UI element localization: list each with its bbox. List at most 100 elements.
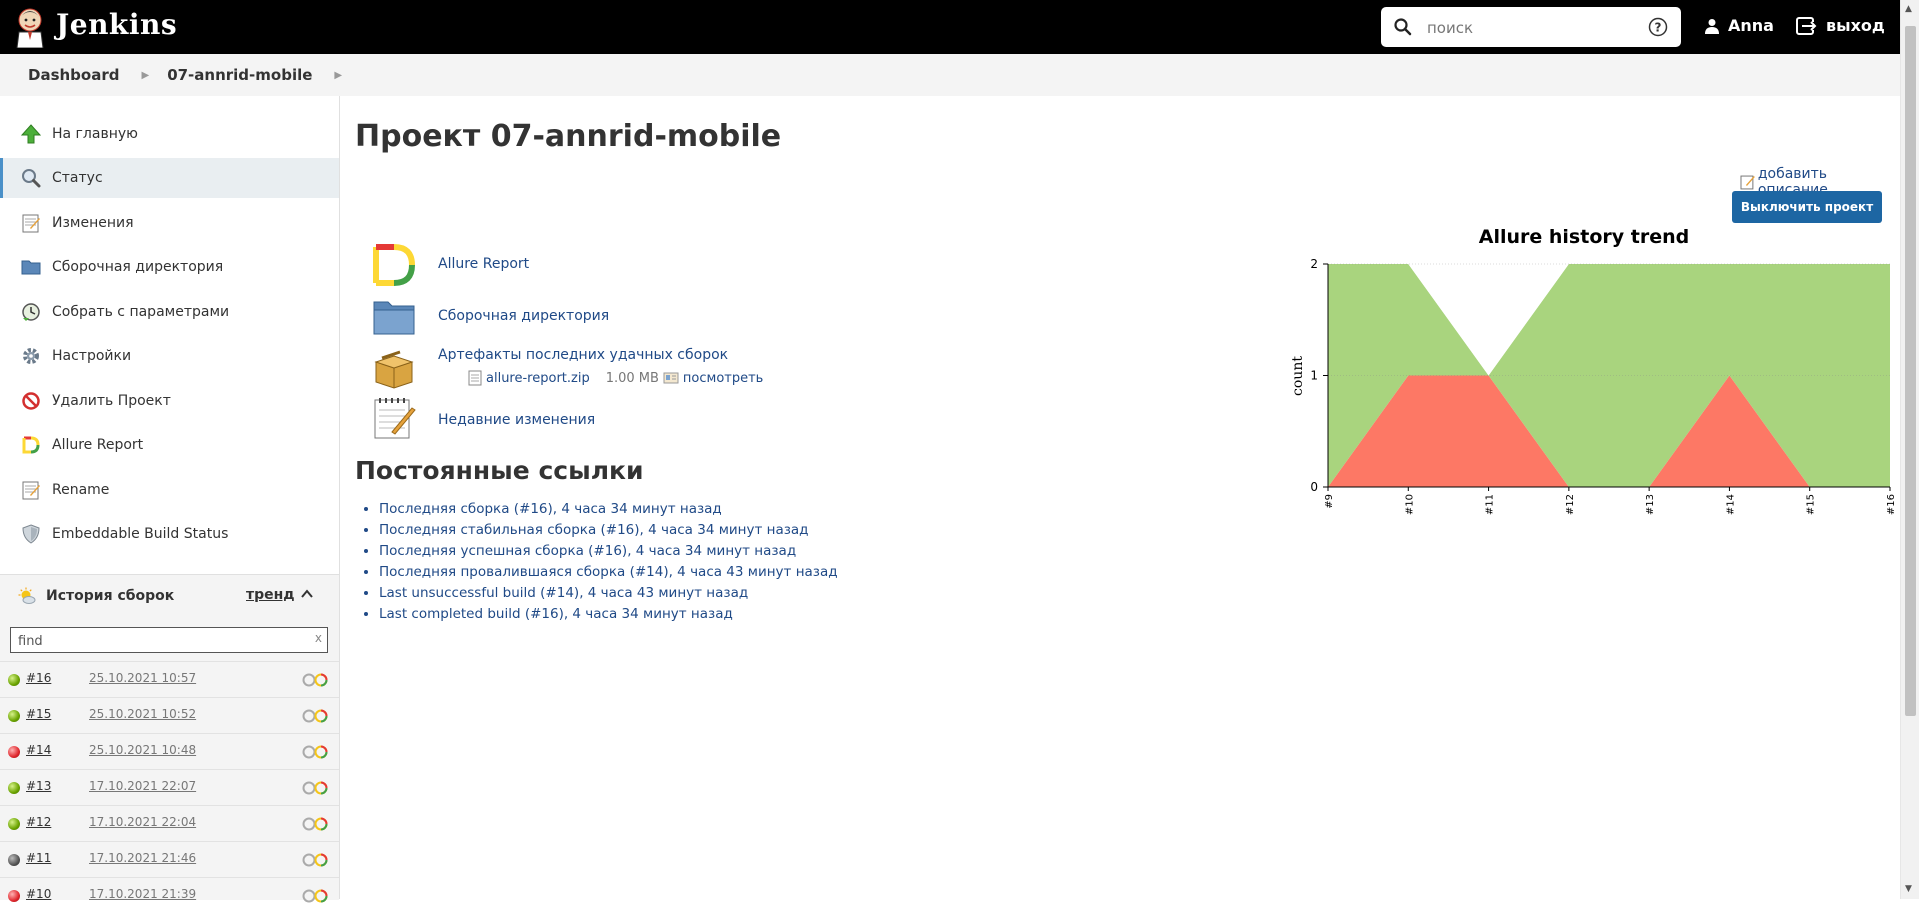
- scrollbar-thumb[interactable]: [1905, 26, 1916, 716]
- sidebar-item-settings[interactable]: Настройки: [0, 336, 339, 376]
- allure-report-icon[interactable]: [301, 709, 331, 723]
- sidebar: На главную Статус Изменения Сборочная ди…: [0, 96, 340, 903]
- build-number-link[interactable]: #12: [26, 815, 51, 829]
- package-icon[interactable]: [372, 346, 416, 390]
- build-row: #11 17.10.2021 21:46: [0, 841, 339, 878]
- find-input[interactable]: [16, 631, 300, 651]
- build-number-link[interactable]: #16: [26, 671, 51, 685]
- artifact-size: 1.00 MB: [605, 370, 659, 386]
- build-row: #14 25.10.2021 10:48: [0, 733, 339, 770]
- breadcrumb-project[interactable]: 07-annrid-mobile: [167, 66, 312, 84]
- allure-history-trend-chart[interactable]: Allure history trend count 0 1 2 #9 #10 #11 #1…: [1278, 218, 1898, 533]
- sidebar-item-rename[interactable]: Rename: [0, 470, 339, 510]
- list-item: Последняя провалившаяся сборка (#14), 4 …: [379, 562, 838, 583]
- permalink[interactable]: Last unsuccessful build (#14), 4 часа 43…: [379, 585, 748, 601]
- build-row: #10 17.10.2021 21:39: [0, 877, 339, 914]
- permalink[interactable]: Последняя стабильная сборка (#16), 4 час…: [379, 522, 809, 538]
- permalinks-title: Постоянные ссылки: [355, 456, 644, 485]
- allure-report-icon[interactable]: [301, 889, 331, 903]
- build-history-header: История сборок тренд: [0, 575, 339, 617]
- brand-name[interactable]: Jenkins: [56, 8, 177, 41]
- sidebar-item-home[interactable]: На главную: [0, 114, 339, 154]
- list-item: Последняя успешная сборка (#16), 4 часа …: [379, 541, 838, 562]
- allure-report-icon[interactable]: [301, 781, 331, 795]
- sidebar-item-label: На главную: [52, 126, 138, 142]
- magnifier-icon: [20, 167, 42, 189]
- build-history: История сборок тренд x #16 25.10.2021 10…: [0, 574, 339, 903]
- allure-report-icon[interactable]: [301, 853, 331, 867]
- build-number-link[interactable]: #11: [26, 851, 51, 865]
- chart-x-tick-label: #13: [1645, 494, 1656, 515]
- allure-report-icon[interactable]: [301, 673, 331, 687]
- sidebar-item-label: Собрать с параметрами: [52, 304, 230, 320]
- allure-report-icon[interactable]: [301, 817, 331, 831]
- svg-text:?: ?: [1655, 21, 1662, 35]
- sidebar-item-delete-project[interactable]: Удалить Проект: [0, 381, 339, 421]
- list-item: Последняя стабильная сборка (#16), 4 час…: [379, 520, 838, 541]
- sidebar-item-changes[interactable]: Изменения: [0, 203, 339, 243]
- chart-x-tick-label: #11: [1485, 494, 1496, 515]
- allure-icon[interactable]: [372, 243, 416, 287]
- breadcrumb-separator-icon[interactable]: ▶: [334, 70, 342, 81]
- scroll-up-icon[interactable]: ▲: [1905, 4, 1912, 14]
- build-row: #12 17.10.2021 22:04: [0, 805, 339, 842]
- build-date-link[interactable]: 17.10.2021 22:07: [89, 779, 196, 793]
- sidebar-item-status[interactable]: Статус: [0, 158, 339, 198]
- build-date-link[interactable]: 25.10.2021 10:52: [89, 707, 196, 721]
- chart-x-tick-label: #9: [1324, 494, 1335, 509]
- build-row: #13 17.10.2021 22:07: [0, 769, 339, 806]
- build-number-link[interactable]: #15: [26, 707, 51, 721]
- sidebar-item-build-with-params[interactable]: Собрать с параметрами: [0, 292, 339, 332]
- breadcrumb-separator-icon[interactable]: ▶: [141, 70, 149, 81]
- breadcrumb-dashboard[interactable]: Dashboard: [28, 66, 119, 84]
- logout-link[interactable]: выход: [1796, 16, 1885, 35]
- build-date-link[interactable]: 25.10.2021 10:57: [89, 671, 196, 685]
- page-scrollbar[interactable]: ▲ ▼: [1900, 0, 1919, 899]
- file-icon: [468, 370, 482, 386]
- sidebar-item-workspace[interactable]: Сборочная директория: [0, 247, 339, 287]
- sidebar-item-embeddable-build-status[interactable]: Embeddable Build Status: [0, 514, 339, 554]
- permalink[interactable]: Последняя сборка (#16), 4 часа 34 минут …: [379, 501, 722, 517]
- artifact-file-link[interactable]: allure-report.zip: [486, 371, 590, 386]
- allure-icon: [20, 434, 42, 456]
- clear-find-button[interactable]: x: [315, 631, 322, 645]
- fingerprint-icon: [663, 372, 679, 384]
- artifact-view-link[interactable]: посмотреть: [683, 371, 763, 386]
- chevron-up-icon[interactable]: [300, 587, 314, 601]
- recent-changes-link[interactable]: Недавние изменения: [438, 412, 595, 428]
- sidebar-item-label: Allure Report: [52, 437, 144, 453]
- chart-y-tick-label: 0: [1310, 480, 1318, 494]
- list-item: Последняя сборка (#16), 4 часа 34 минут …: [379, 499, 838, 520]
- permalink[interactable]: Последняя провалившаяся сборка (#14), 4 …: [379, 564, 838, 580]
- build-number-link[interactable]: #14: [26, 743, 51, 757]
- build-date-link[interactable]: 17.10.2021 22:04: [89, 815, 196, 829]
- build-date-link[interactable]: 25.10.2021 10:48: [89, 743, 196, 757]
- sidebar-item-label: Статус: [52, 170, 103, 186]
- permalink[interactable]: Last completed build (#16), 4 часа 34 ми…: [379, 606, 733, 622]
- find-box: x: [10, 627, 328, 653]
- trend-link[interactable]: тренд: [246, 587, 295, 603]
- search-input[interactable]: [1425, 15, 1629, 41]
- build-number-link[interactable]: #13: [26, 779, 51, 793]
- scroll-down-icon[interactable]: ▼: [1905, 884, 1912, 894]
- build-history-title: История сборок: [46, 588, 175, 604]
- no-entry-icon: [20, 390, 42, 412]
- sidebar-item-label: Изменения: [52, 215, 134, 231]
- workspace-link[interactable]: Сборочная директория: [438, 308, 609, 324]
- status-ball-icon: [8, 674, 20, 686]
- user-link[interactable]: Anna: [1704, 16, 1774, 35]
- jenkins-logo-icon[interactable]: [14, 6, 46, 48]
- clock-build-icon: [20, 301, 42, 323]
- chart-y-tick-label: 2: [1310, 257, 1318, 271]
- sidebar-item-allure-report[interactable]: Allure Report: [0, 425, 339, 465]
- allure-report-icon[interactable]: [301, 745, 331, 759]
- folder-icon[interactable]: [372, 294, 416, 338]
- allure-report-link[interactable]: Allure Report: [438, 256, 529, 272]
- artifacts-link[interactable]: Артефакты последних удачных сборок: [438, 347, 728, 363]
- sidebar-item-label: Сборочная директория: [52, 259, 224, 275]
- shield-icon: [20, 523, 42, 545]
- help-icon[interactable]: ?: [1648, 17, 1668, 37]
- build-date-link[interactable]: 17.10.2021 21:46: [89, 851, 196, 865]
- notepad-icon[interactable]: [372, 396, 416, 440]
- permalink[interactable]: Последняя успешная сборка (#16), 4 часа …: [379, 543, 796, 559]
